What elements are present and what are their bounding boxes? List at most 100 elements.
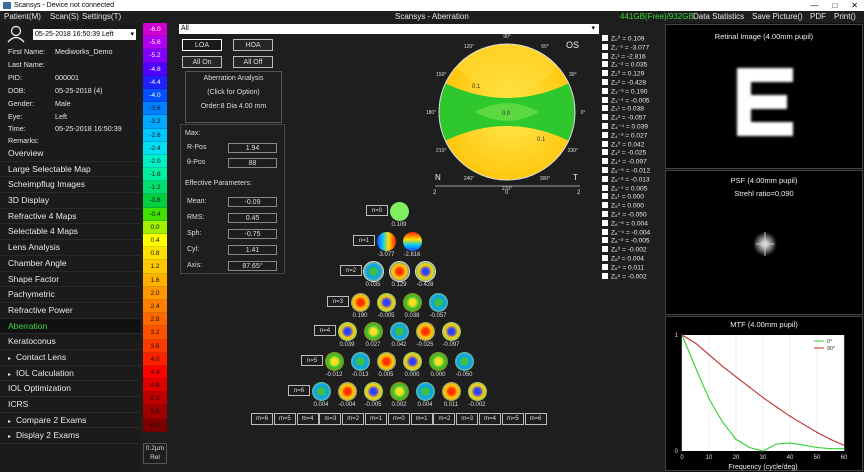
nav-item[interactable]: ICRS — [0, 397, 140, 413]
coefficient-item[interactable]: Z₂⁰ = 0.129 — [602, 70, 658, 79]
coefficient-item[interactable]: Z₅⁻¹ = 0.005 — [602, 184, 658, 194]
zernike-term[interactable] — [390, 322, 409, 341]
coefficient-item[interactable]: Z₃¹ = 0.038 — [602, 105, 658, 114]
nav-item[interactable]: Shape Factor — [0, 272, 140, 288]
zernike-term[interactable] — [377, 352, 396, 371]
coefficient-checkbox[interactable] — [602, 96, 608, 103]
zernike-term[interactable] — [364, 322, 383, 341]
coefficient-checkbox[interactable] — [602, 246, 608, 253]
coefficient-checkbox[interactable] — [602, 78, 608, 85]
coefficient-checkbox[interactable] — [602, 219, 608, 226]
nav-item[interactable]: Aberration — [0, 318, 140, 335]
coefficient-item[interactable]: Z₆⁻² = -0.005 — [602, 237, 658, 246]
zernike-term[interactable] — [377, 293, 396, 312]
maximize-button[interactable]: □ — [832, 0, 837, 11]
coefficient-checkbox[interactable] — [602, 35, 608, 41]
zernike-term[interactable] — [442, 322, 461, 341]
coefficient-item[interactable]: Z₄⁻² = 0.027 — [602, 131, 658, 141]
hoa-button[interactable]: HOA — [233, 39, 273, 51]
coefficient-item[interactable]: Z₂² = -0.428 — [602, 78, 658, 88]
zernike-term[interactable] — [455, 352, 474, 371]
nav-item[interactable]: Large Selectable Map — [0, 162, 140, 178]
nav-item[interactable]: Refractive 4 Maps — [0, 209, 140, 225]
minimize-button[interactable]: — — [810, 0, 818, 11]
zernike-term[interactable] — [338, 382, 357, 401]
zernike-term[interactable] — [377, 232, 396, 251]
coefficient-checkbox[interactable] — [602, 105, 608, 112]
zernike-term[interactable] — [351, 293, 370, 312]
nav-item[interactable]: ▸ Compare 2 Exams — [0, 413, 140, 429]
coefficient-checkbox[interactable] — [602, 228, 608, 235]
coefficient-item[interactable]: Z₆² = 0.004 — [602, 254, 658, 264]
coefficient-checkbox[interactable] — [602, 131, 608, 138]
coefficient-checkbox[interactable] — [602, 272, 608, 279]
coefficient-item[interactable]: Z₃⁻¹ = -0.005 — [602, 96, 658, 106]
coefficient-item[interactable]: Z₅¹ = 0.000 — [602, 193, 658, 202]
coefficient-item[interactable]: Z₅⁻³ = -0.013 — [602, 175, 658, 185]
zernike-term[interactable] — [468, 382, 487, 401]
order-filter-button[interactable]: m=4 — [296, 413, 319, 425]
zernike-term[interactable] — [416, 322, 435, 341]
zernike-term[interactable] — [403, 293, 422, 312]
coefficient-item[interactable]: Z₁¹ = -2.816 — [602, 52, 658, 62]
order-filter-button[interactable]: m=5 — [501, 413, 524, 425]
nav-item[interactable]: 3D Display — [0, 193, 140, 209]
coefficient-checkbox[interactable] — [602, 202, 608, 209]
coefficient-checkbox[interactable] — [602, 184, 608, 191]
menu-settings[interactable]: Settings(T) — [82, 11, 121, 23]
zernike-term[interactable] — [390, 202, 409, 221]
nav-item[interactable]: Lens Analysis — [0, 240, 140, 256]
zernike-term[interactable] — [389, 261, 410, 282]
loa-button[interactable]: LOA — [182, 39, 222, 51]
nav-item[interactable]: Keratoconus — [0, 334, 140, 350]
coefficient-item[interactable]: Z₅⁻⁵ = -0.012 — [602, 166, 658, 176]
coefficient-item[interactable]: Z₄⁴ = -0.097 — [602, 158, 658, 167]
zernike-term[interactable] — [429, 352, 448, 371]
coefficient-checkbox[interactable] — [602, 61, 608, 68]
coefficient-item[interactable]: Z₆⁶ = -0.002 — [602, 272, 658, 282]
order-filter-button[interactable]: m=1 — [410, 413, 433, 425]
coefficient-item[interactable]: Z₆⁻⁴ = -0.004 — [602, 228, 658, 238]
zernike-term[interactable] — [363, 261, 384, 282]
all-off-button[interactable]: All Off — [233, 56, 273, 68]
order-filter-button[interactable]: m=5 — [273, 413, 296, 425]
order-filter-button[interactable]: m=2 — [342, 413, 365, 425]
coefficient-checkbox[interactable] — [602, 114, 608, 121]
coefficient-checkbox[interactable] — [602, 193, 608, 200]
order-filter-button[interactable]: m=6 — [251, 413, 273, 425]
order-filter-button[interactable]: m=6 — [524, 413, 547, 425]
nav-item[interactable]: Pachymetric — [0, 287, 140, 303]
order-filter-button[interactable]: m=4 — [479, 413, 501, 425]
coefficient-checkbox[interactable] — [602, 263, 608, 270]
filter-select[interactable]: All ▾ — [179, 24, 599, 34]
aberration-analysis-box[interactable]: Aberration Analysis (Click for Option) O… — [185, 71, 282, 123]
nav-item[interactable]: Scheimpflug Images — [0, 177, 140, 194]
nav-item[interactable]: IOL Optimization — [0, 381, 140, 397]
zernike-term[interactable] — [325, 352, 344, 371]
coefficient-item[interactable]: Z₁⁻¹ = -3.077 — [602, 43, 658, 53]
pdf-button[interactable]: PDF — [810, 11, 826, 23]
coefficient-checkbox[interactable] — [602, 237, 608, 244]
coefficient-checkbox[interactable] — [602, 149, 608, 156]
zernike-term[interactable] — [364, 382, 383, 401]
coefficient-checkbox[interactable] — [602, 122, 608, 129]
coefficient-checkbox[interactable] — [602, 140, 608, 147]
zernike-term[interactable] — [416, 382, 435, 401]
coefficient-item[interactable]: Z₆⁴ = 0.011 — [602, 263, 658, 273]
nav-item[interactable]: Overview — [0, 146, 140, 162]
coefficient-checkbox[interactable] — [602, 52, 608, 59]
zernike-term[interactable] — [415, 261, 436, 282]
coefficient-checkbox[interactable] — [602, 43, 608, 50]
coefficient-checkbox[interactable] — [602, 210, 608, 217]
zernike-term[interactable] — [403, 352, 422, 371]
nav-item[interactable]: Refractive Power — [0, 303, 140, 319]
zernike-term[interactable] — [403, 232, 422, 251]
coefficient-checkbox[interactable] — [602, 254, 608, 261]
coefficient-checkbox[interactable] — [602, 175, 608, 182]
coefficient-item[interactable]: Z₃⁻³ = 0.190 — [602, 87, 658, 97]
nav-item[interactable]: ▸ Display 2 Exams — [0, 428, 140, 445]
order-filter-button[interactable]: m=2 — [433, 413, 456, 425]
order-filter-button[interactable]: m=1 — [365, 413, 387, 425]
order-filter-button[interactable]: m=3 — [456, 413, 479, 425]
close-button[interactable]: ✕ — [851, 0, 858, 11]
